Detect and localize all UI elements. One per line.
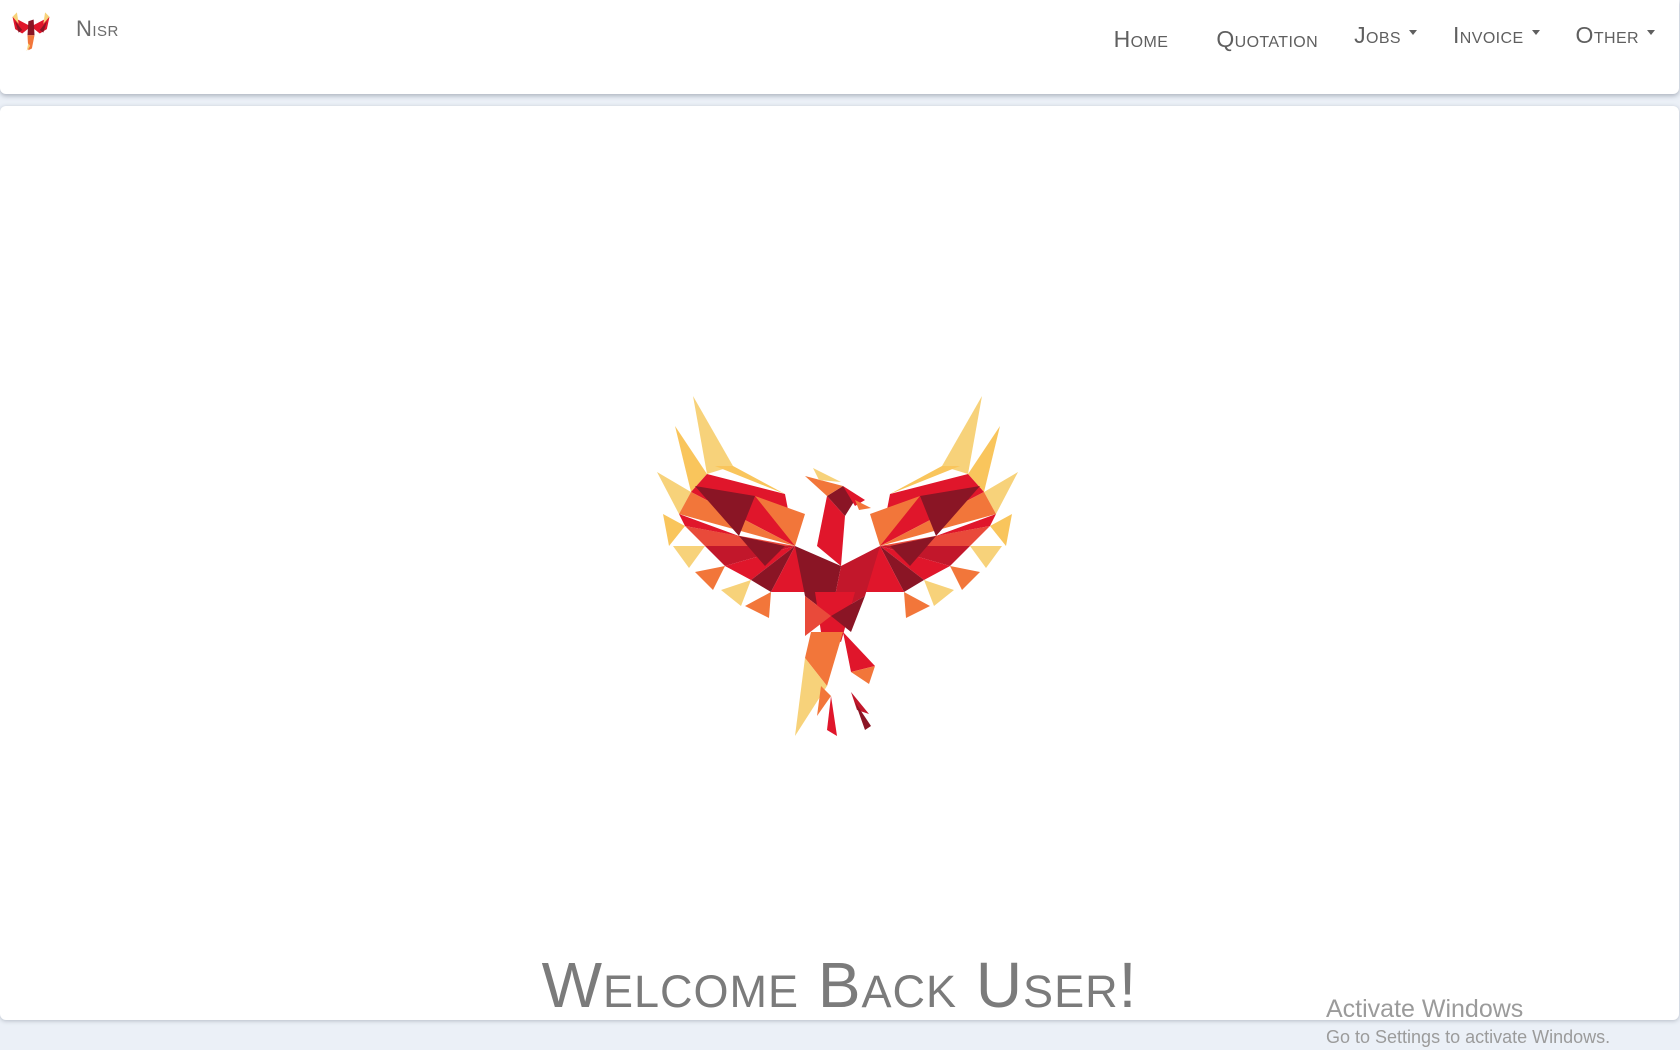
activate-windows-watermark: Activate Windows Go to Settings to activ…	[1326, 994, 1610, 1050]
activate-windows-subtitle: Go to Settings to activate Windows.	[1326, 1027, 1611, 1047]
caret-down-icon	[1647, 30, 1655, 35]
nav-jobs-dropdown[interactable]: Jobs	[1354, 22, 1417, 49]
nav-other-label: Other	[1575, 22, 1639, 48]
brand[interactable]: Nisr	[8, 8, 119, 52]
nav-jobs-label: Jobs	[1354, 22, 1401, 48]
nav-quotation-label: Quotation	[1216, 26, 1319, 52]
nav-menu: Home Quotation Jobs Invoice Other	[1078, 22, 1655, 53]
nav-home[interactable]: Home	[1114, 26, 1169, 53]
activate-windows-title: Activate Windows	[1326, 995, 1524, 1023]
phoenix-logo-icon	[12, 12, 50, 52]
nav-invoice-dropdown[interactable]: Invoice	[1453, 22, 1540, 49]
caret-down-icon	[1531, 30, 1540, 35]
phoenix-logo-icon	[657, 396, 1018, 736]
caret-down-icon	[1409, 30, 1417, 35]
nav-invoice-label: Invoice	[1453, 22, 1524, 48]
brand-name: Nisr	[76, 16, 119, 41]
nav-quotation[interactable]: Quotation	[1216, 26, 1318, 53]
top-navbar: Nisr Home Quotation Jobs Invoice Other	[0, 0, 1679, 94]
main-content-card: Welcome Back User! Activate Windows Go t…	[0, 106, 1679, 1047]
nav-other-dropdown[interactable]: Other	[1576, 22, 1655, 49]
nav-home-label: Home	[1113, 26, 1169, 52]
